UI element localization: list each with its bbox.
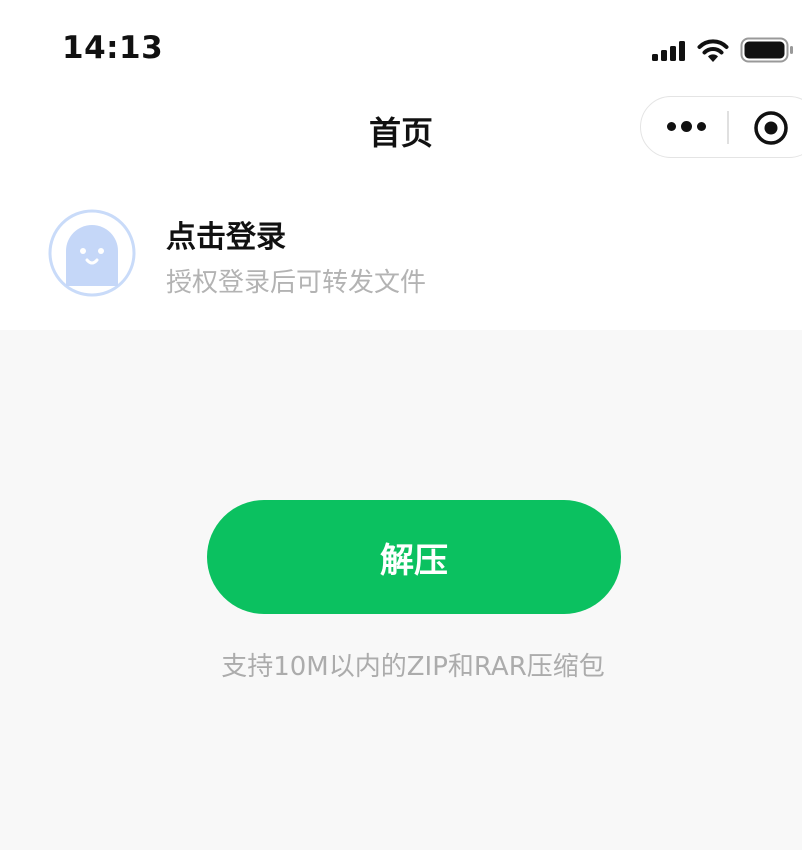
signal-icon xyxy=(652,39,688,61)
status-icons xyxy=(652,36,794,64)
format-hint: 支持10M以内的ZIP和RAR压缩包 xyxy=(221,652,605,682)
capsule-menu xyxy=(640,96,802,158)
more-dots-icon[interactable] xyxy=(667,121,711,132)
unzip-button[interactable]: 解压 xyxy=(207,500,621,614)
login-link[interactable]: 点击登录 xyxy=(166,212,286,256)
login-hint: 授权登录后可转发文件 xyxy=(166,268,427,298)
ghost-avatar-icon[interactable] xyxy=(48,209,136,297)
status-time: 14:13 xyxy=(62,30,164,66)
header-area: 14:13 首页 点击登录 授权登录后可转发文件 xyxy=(0,0,802,330)
battery-icon xyxy=(740,37,793,63)
wifi-icon xyxy=(697,39,729,62)
capsule-divider xyxy=(727,111,729,144)
target-circle-icon[interactable] xyxy=(753,110,789,146)
